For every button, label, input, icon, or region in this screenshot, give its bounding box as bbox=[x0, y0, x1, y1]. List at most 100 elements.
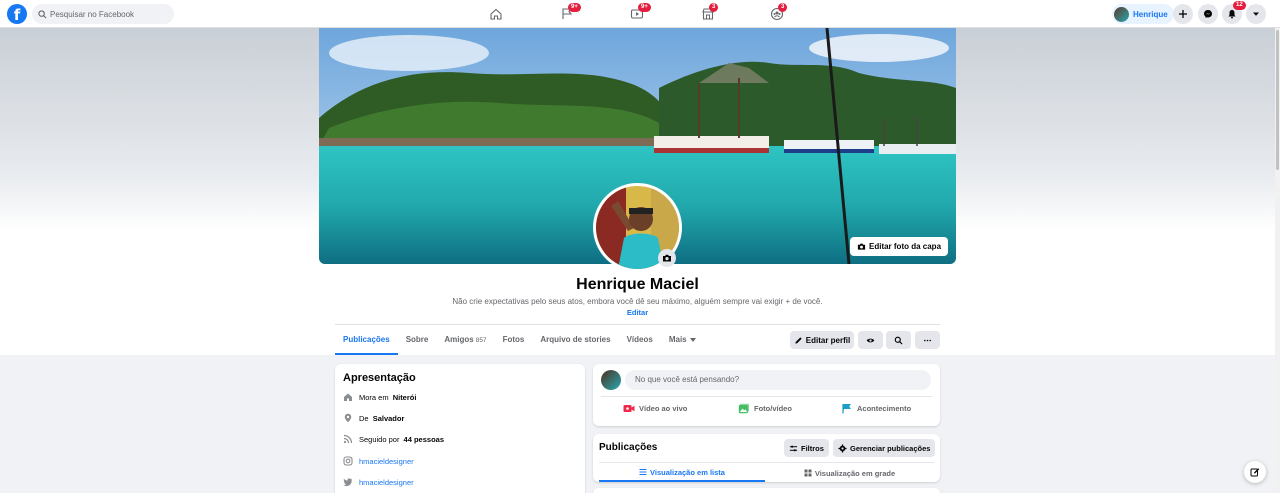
camera-icon bbox=[857, 243, 866, 250]
nav-pages[interactable]: 9+ bbox=[557, 3, 581, 24]
intro-lives-city[interactable]: Niterói bbox=[393, 393, 417, 402]
notifications-badge: 12 bbox=[1233, 1, 1246, 10]
photo-video-button[interactable]: Foto/vídeo bbox=[738, 403, 792, 414]
filters-button[interactable]: Filtros bbox=[784, 439, 829, 457]
intro-followed-prefix: Seguido por bbox=[359, 434, 400, 444]
bell-icon bbox=[1228, 10, 1236, 19]
grid-icon bbox=[804, 469, 812, 477]
header-divider bbox=[335, 324, 940, 325]
intro-from: De Salvador bbox=[343, 413, 404, 423]
flag-event-icon bbox=[842, 404, 851, 414]
posts-title: Publicações bbox=[599, 442, 658, 453]
next-post-card bbox=[593, 488, 940, 493]
nav-home[interactable] bbox=[486, 4, 506, 24]
intro-instagram[interactable]: hmacieldesigner bbox=[343, 456, 414, 466]
avatar bbox=[601, 370, 621, 390]
notifications-button[interactable]: 12 bbox=[1222, 1, 1246, 24]
life-event-button[interactable]: Acontecimento bbox=[841, 403, 911, 414]
edit-profile-label: Editar perfil bbox=[805, 335, 851, 345]
messenger-icon bbox=[1204, 10, 1212, 18]
marketplace-badge: 3 bbox=[709, 3, 719, 12]
live-video-label: Vídeo ao vivo bbox=[639, 404, 688, 413]
intro-title: Apresentação bbox=[343, 372, 416, 384]
facebook-logo-icon[interactable]: f bbox=[7, 4, 27, 24]
tab-videos[interactable]: Vídeos bbox=[619, 326, 661, 355]
photo-video-label: Foto/vídeo bbox=[754, 404, 792, 413]
nav-groups[interactable]: 3 bbox=[767, 3, 788, 24]
scrollbar-thumb[interactable] bbox=[1276, 30, 1279, 170]
tab-sobre[interactable]: Sobre bbox=[398, 326, 437, 355]
profile-bio: Não crie expectativas pelo seus atos, em… bbox=[452, 297, 823, 306]
intro-from-prefix: De bbox=[359, 413, 369, 423]
edit-cover-button[interactable]: Editar foto da capa bbox=[850, 237, 949, 256]
intro-followers: Seguido por 44 pessoas bbox=[343, 434, 444, 444]
watch-badge: 9+ bbox=[638, 3, 651, 12]
instagram-handle: hmacieldesigner bbox=[359, 456, 414, 466]
intro-from-city[interactable]: Salvador bbox=[373, 414, 405, 423]
tab-publicacoes[interactable]: Publicações bbox=[335, 326, 398, 355]
nav-watch[interactable]: 9+ bbox=[627, 3, 651, 24]
profile-shortcut[interactable]: Henrique bbox=[1112, 4, 1174, 24]
list-icon bbox=[639, 469, 647, 475]
grid-view-tab[interactable]: Visualização em grade bbox=[765, 464, 934, 482]
filter-sliders-icon bbox=[789, 445, 798, 451]
search-box[interactable] bbox=[32, 4, 174, 24]
update-profile-picture-button[interactable] bbox=[658, 249, 676, 267]
eye-icon bbox=[866, 338, 875, 342]
search-profile-button[interactable] bbox=[886, 331, 911, 349]
tab-label: Mais bbox=[668, 335, 687, 344]
pages-badge: 9+ bbox=[568, 3, 581, 12]
user-name: Henrique bbox=[1133, 9, 1168, 19]
edit-bio-link[interactable]: Editar bbox=[0, 308, 1275, 317]
tab-label: Sobre bbox=[405, 335, 429, 344]
list-view-label: Visualização em lista bbox=[650, 467, 725, 477]
filters-label: Filtros bbox=[801, 443, 824, 453]
messenger-button[interactable] bbox=[1198, 4, 1218, 24]
life-event-label: Acontecimento bbox=[857, 404, 912, 413]
ellipsis-icon bbox=[923, 339, 932, 341]
edit-profile-button[interactable]: Editar perfil bbox=[790, 331, 854, 349]
nav-marketplace[interactable]: 3 bbox=[698, 3, 719, 24]
intro-twitter[interactable]: hmacieldesigner bbox=[343, 477, 414, 487]
home-icon bbox=[490, 8, 502, 20]
tab-label: Fotos bbox=[502, 335, 525, 344]
search-icon bbox=[38, 9, 47, 18]
location-pin-icon bbox=[344, 413, 352, 423]
friends-count: 857 bbox=[475, 337, 487, 344]
photo-video-icon bbox=[738, 403, 749, 414]
account-menu-button[interactable] bbox=[1246, 4, 1266, 24]
manage-posts-label: Gerenciar publicações bbox=[850, 443, 931, 453]
posts-card: Publicações Filtros Gerenciar publicaçõe… bbox=[593, 434, 940, 482]
intro-followed-count[interactable]: 44 pessoas bbox=[404, 435, 444, 444]
compose-icon bbox=[1250, 468, 1260, 477]
tab-mais[interactable]: Mais bbox=[661, 326, 704, 355]
twitter-handle: hmacieldesigner bbox=[359, 477, 414, 487]
intro-card: Apresentação Mora em Niterói De Salvador… bbox=[335, 364, 585, 493]
plus-icon bbox=[1179, 10, 1187, 18]
new-message-button[interactable] bbox=[1244, 461, 1266, 483]
tab-fotos[interactable]: Fotos bbox=[495, 326, 533, 355]
manage-posts-button[interactable]: Gerenciar publicações bbox=[833, 439, 936, 457]
post-composer: No que você está pensando? Vídeo ao vivo… bbox=[593, 364, 940, 426]
tab-label: Publicações bbox=[343, 335, 390, 344]
view-as-button[interactable] bbox=[858, 331, 883, 349]
caret-down-icon bbox=[689, 337, 696, 342]
twitter-icon bbox=[343, 478, 352, 487]
tab-arquivo-stories[interactable]: Arquivo de stories bbox=[532, 326, 618, 355]
groups-badge: 3 bbox=[778, 3, 788, 12]
create-button[interactable] bbox=[1173, 4, 1193, 24]
live-video-icon bbox=[623, 405, 635, 412]
edit-cover-label: Editar foto da capa bbox=[869, 242, 942, 251]
more-options-button[interactable] bbox=[915, 331, 940, 349]
profile-tabs: Publicações Sobre Amigos 857 Fotos Arquiv… bbox=[335, 326, 704, 355]
live-video-button[interactable]: Vídeo ao vivo bbox=[623, 403, 687, 414]
intro-lives-in: Mora em Niterói bbox=[343, 392, 416, 402]
instagram-icon bbox=[343, 456, 353, 466]
search-input[interactable] bbox=[50, 9, 170, 19]
top-navigation-bar: f 9+ 9+ 3 3 Henrique 12 bbox=[0, 0, 1280, 28]
tab-amigos[interactable]: Amigos 857 bbox=[436, 326, 494, 355]
page-scrollbar[interactable] bbox=[1275, 28, 1280, 493]
list-view-tab[interactable]: Visualização em lista bbox=[599, 464, 765, 482]
whats-on-your-mind-input[interactable]: No que você está pensando? bbox=[625, 370, 931, 390]
tab-label: Arquivo de stories bbox=[540, 335, 611, 344]
